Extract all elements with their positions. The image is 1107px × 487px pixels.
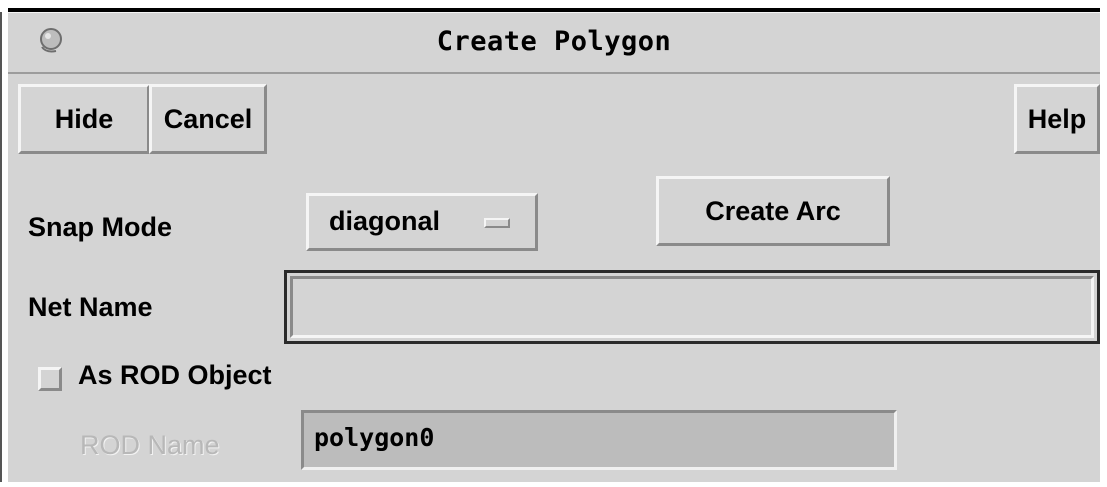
rod-name-label: ROD Name (80, 430, 220, 460)
rod-name-input[interactable]: polygon0 (301, 410, 897, 470)
help-button[interactable]: Help (1014, 84, 1100, 154)
window-title: Create Polygon (436, 26, 672, 57)
net-name-field-focus-frame (284, 270, 1100, 344)
snap-mode-option-menu[interactable]: diagonal (306, 193, 538, 251)
snap-mode-label: Snap Mode (28, 212, 173, 242)
net-name-input[interactable] (290, 276, 1094, 338)
create-arc-button[interactable]: Create Arc (656, 176, 890, 246)
snap-mode-value: diagonal (329, 206, 441, 236)
cancel-button[interactable]: Cancel (149, 84, 267, 154)
option-menu-indicator-icon (484, 218, 510, 228)
hide-button[interactable]: Hide (18, 84, 150, 154)
net-name-label: Net Name (28, 292, 153, 322)
window-left-edge (0, 12, 2, 482)
as-rod-object-checkbox[interactable] (38, 367, 62, 391)
as-rod-object-label: As ROD Object (78, 360, 272, 390)
create-polygon-dialog: Create Polygon Hide Cancel Help Snap Mod… (8, 8, 1100, 482)
title-bar[interactable]: Create Polygon (8, 12, 1100, 74)
